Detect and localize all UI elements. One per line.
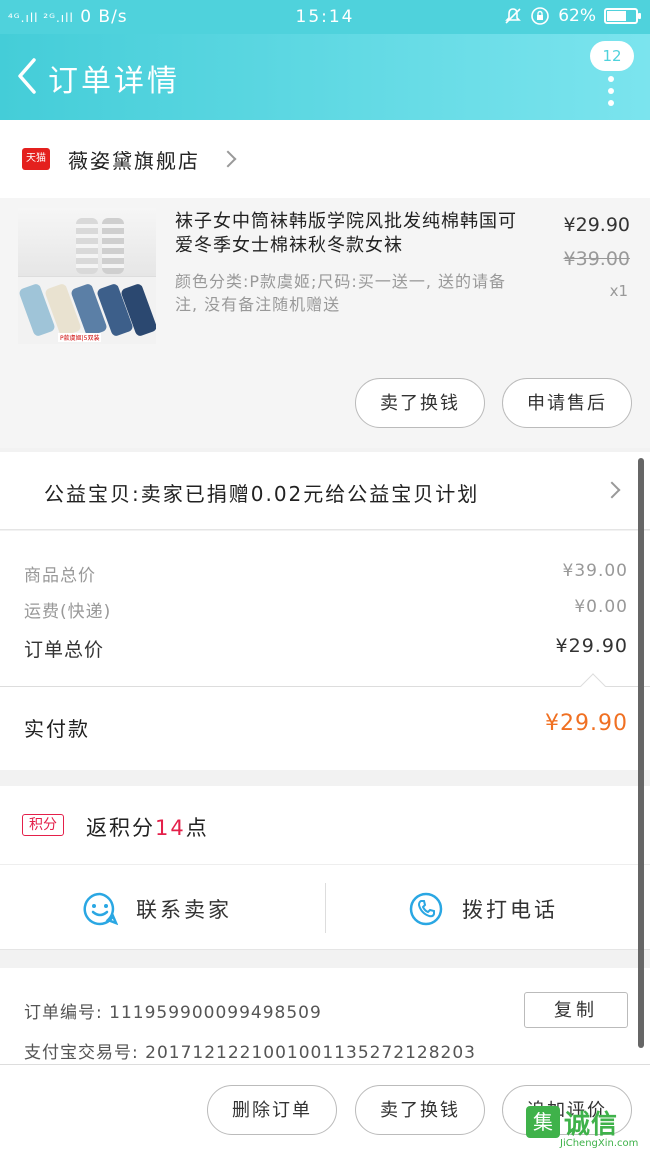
- after-sales-button[interactable]: 申请售后: [502, 378, 632, 428]
- points-text: 返积分14点: [86, 816, 209, 840]
- rotation-lock-icon: [531, 7, 550, 25]
- contact-seller-button[interactable]: 联系卖家: [82, 891, 232, 927]
- resell-bottom-button[interactable]: 卖了换钱: [355, 1085, 485, 1135]
- product-spec: 颜色分类:P款虞姬;尺码:买一送一, 送的请备注, 没有备注随机赠送: [175, 272, 506, 314]
- charity-row[interactable]: 公益宝贝:卖家已捐赠0.02元给公益宝贝计划: [0, 452, 650, 530]
- paid-row: 实付款 ¥29.90: [0, 673, 650, 770]
- goods-total-value: ¥39.00: [562, 561, 628, 581]
- order-total-value: ¥29.90: [555, 635, 628, 657]
- goods-total-row: 商品总价 ¥39.00: [24, 561, 628, 586]
- product-price: ¥29.90: [563, 214, 630, 236]
- store-name: 薇姿黛旗舰店: [68, 149, 200, 173]
- battery-percent: 62%: [558, 6, 596, 26]
- thumb-caption: P款虞姬|5双装: [58, 333, 102, 342]
- order-info: 订单编号: 1119599000994985​09 支付宝交易号: 201712…: [0, 968, 650, 1068]
- delete-order-button[interactable]: 删除订单: [207, 1085, 337, 1135]
- product-thumbnail[interactable]: P款虞姬|5双装: [18, 208, 156, 344]
- battery-fill: [607, 11, 626, 21]
- paid-label: 实付款: [24, 717, 90, 741]
- scrollbar[interactable]: [638, 458, 644, 1048]
- shipping-label: 运费(快递): [24, 602, 112, 622]
- copy-button[interactable]: 复制: [524, 992, 628, 1028]
- points-number: 14: [155, 816, 186, 840]
- points-row: 积分 返积分14点: [0, 786, 650, 864]
- charity-text: 公益宝贝:卖家已捐赠0.02元给公益宝贝计划: [44, 482, 480, 506]
- contact-row: 联系卖家 拨打电话: [0, 864, 650, 950]
- order-total-row: 订单总价 ¥29.90: [24, 635, 628, 662]
- watermark-logo: 集 诚信 JiChengXin.com: [526, 1104, 644, 1150]
- order-total-label: 订单总价: [24, 639, 105, 661]
- points-badge: 积分: [22, 814, 64, 836]
- price-summary: 商品总价 ¥39.00 运费(快递) ¥0.00 订单总价 ¥29.90: [0, 531, 650, 686]
- call-button[interactable]: 拨打电话: [408, 891, 558, 927]
- page-title: 订单详情: [48, 64, 180, 99]
- alipay-trade-number: 支付宝交易号: 2017121221001001135272128203: [24, 1043, 476, 1063]
- chevron-right-icon: [603, 481, 621, 499]
- tmall-badge: 天猫: [22, 148, 50, 170]
- phone-icon: [409, 892, 443, 926]
- product-original-price: ¥39.00: [563, 248, 630, 270]
- product-quantity: x1: [609, 282, 628, 300]
- battery-icon: [604, 8, 641, 24]
- order-number: 订单编号: 1119599000994985​09: [24, 1003, 322, 1023]
- store-row[interactable]: 天猫 薇姿黛旗舰店: [0, 120, 650, 198]
- mute-icon: [505, 8, 522, 24]
- status-right: 62%: [504, 6, 641, 26]
- chat-face-icon: [83, 892, 118, 926]
- product-title[interactable]: 袜子女中筒袜韩版学院风批发纯棉韩国可爱冬季女士棉袜秋冬款女袜: [175, 210, 520, 258]
- shipping-row: 运费(快递) ¥0.00: [24, 597, 628, 622]
- app-header: 订单详情 12: [0, 34, 650, 120]
- call-label: 拨打电话: [462, 898, 558, 922]
- resell-button[interactable]: 卖了换钱: [355, 378, 485, 428]
- product-card: P款虞姬|5双装 袜子女中筒袜韩版学院风批发纯棉韩国可爱冬季女士棉袜秋冬款女袜 …: [0, 198, 650, 448]
- chevron-right-icon: [219, 150, 237, 168]
- contact-seller-label: 联系卖家: [136, 898, 232, 922]
- message-count-badge[interactable]: 12: [590, 41, 634, 71]
- paid-amount: ¥29.90: [545, 711, 628, 736]
- status-bar: ⁴ᴳ.ıll ²ᴳ.ıll 0 B/s 15:14 62%: [0, 0, 650, 34]
- more-menu-icon[interactable]: [608, 76, 614, 112]
- back-arrow-icon[interactable]: [12, 54, 42, 98]
- shipping-value: ¥0.00: [574, 597, 628, 617]
- goods-total-label: 商品总价: [24, 566, 96, 586]
